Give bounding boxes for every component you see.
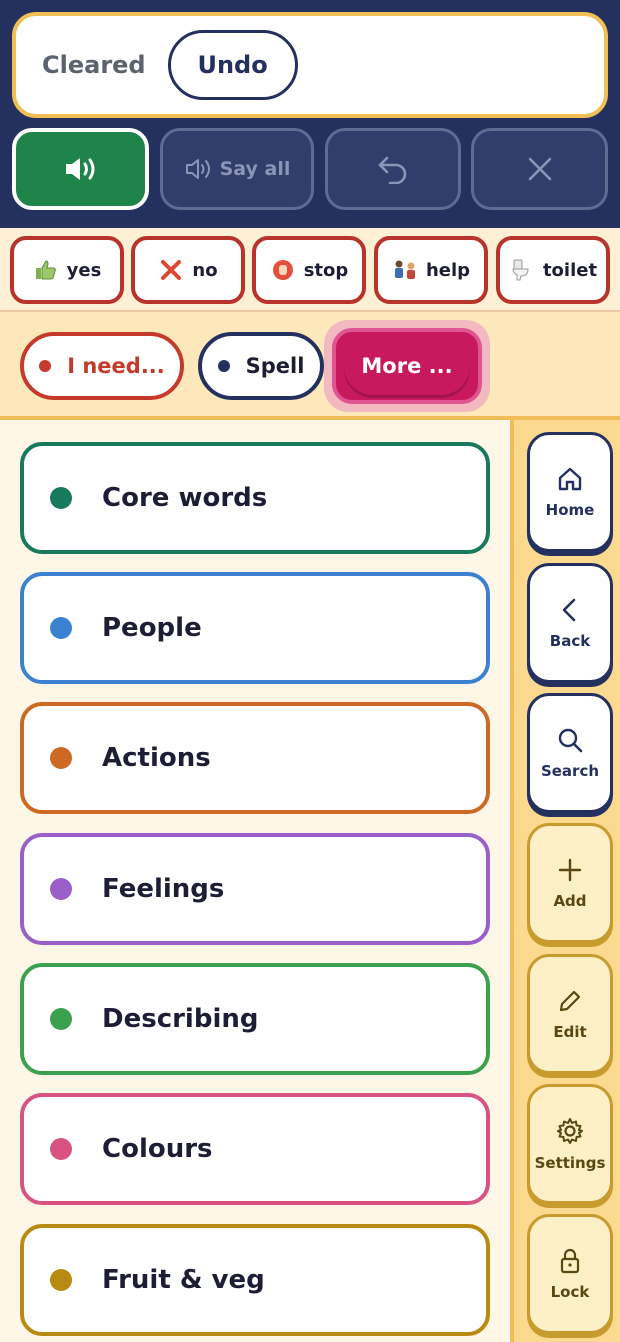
lock-label: Lock bbox=[550, 1283, 590, 1301]
category-fruit-veg[interactable]: Fruit & veg bbox=[20, 1224, 490, 1336]
quick-phrase-no[interactable]: no bbox=[131, 236, 245, 304]
more-label: More ... bbox=[344, 337, 470, 395]
category-people[interactable]: People bbox=[20, 572, 490, 684]
quick-phrase-yes[interactable]: yes bbox=[10, 236, 124, 304]
back-label: Back bbox=[549, 632, 591, 650]
category-dot bbox=[50, 1008, 72, 1030]
home-label: Home bbox=[545, 501, 595, 519]
edit-button[interactable]: Edit bbox=[527, 954, 613, 1074]
search-icon bbox=[558, 728, 583, 753]
home-button[interactable]: Home bbox=[527, 432, 613, 552]
quick-phrase-label: no bbox=[192, 259, 218, 281]
settings-label: Settings bbox=[534, 1154, 606, 1172]
cross-icon bbox=[158, 257, 184, 283]
category-label: Core words bbox=[102, 483, 268, 513]
home-icon bbox=[558, 467, 582, 491]
lock-button[interactable]: Lock bbox=[527, 1214, 613, 1334]
quick-phrase-help[interactable]: help bbox=[374, 236, 488, 304]
stop-hand-icon bbox=[270, 257, 296, 283]
category-feelings[interactable]: Feelings bbox=[20, 833, 490, 945]
category-label: Fruit & veg bbox=[102, 1265, 265, 1295]
i-need-button[interactable]: I need... bbox=[20, 332, 184, 400]
category-describing[interactable]: Describing bbox=[20, 963, 490, 1075]
undo-button[interactable]: Undo bbox=[167, 30, 298, 100]
quick-phrase-row: yes no stop help toilet bbox=[0, 228, 620, 312]
close-icon bbox=[528, 157, 551, 181]
header: Cleared Undo Say all bbox=[0, 0, 620, 228]
lock-icon bbox=[560, 1248, 580, 1274]
status-text: Cleared bbox=[42, 51, 146, 79]
more-button-highlight: More ... bbox=[324, 320, 490, 412]
thumbs-up-icon bbox=[33, 257, 59, 283]
quick-phrase-label: stop bbox=[303, 259, 349, 281]
i-need-label: I need... bbox=[67, 354, 165, 378]
category-label: People bbox=[102, 613, 202, 643]
category-dot bbox=[50, 1269, 72, 1291]
quick-phrase-label: help bbox=[425, 259, 471, 281]
speaker-outline-icon bbox=[185, 159, 210, 179]
spell-label: Spell bbox=[245, 354, 305, 378]
chevron-left-icon bbox=[562, 598, 576, 622]
say-all-label: Say all bbox=[219, 158, 291, 180]
clear-button[interactable] bbox=[471, 128, 608, 210]
message-bar: Cleared Undo bbox=[12, 12, 608, 118]
speaker-icon bbox=[65, 158, 94, 180]
category-dot bbox=[50, 747, 72, 769]
spell-dot bbox=[217, 360, 230, 372]
category-dot bbox=[50, 1138, 72, 1160]
category-dot bbox=[50, 487, 72, 509]
search-label: Search bbox=[540, 762, 600, 780]
settings-button[interactable]: Settings bbox=[527, 1084, 613, 1204]
speak-button[interactable] bbox=[12, 128, 149, 210]
pencil-icon bbox=[559, 990, 581, 1012]
category-label: Describing bbox=[102, 1004, 259, 1034]
edit-label: Edit bbox=[553, 1023, 587, 1041]
i-need-dot bbox=[39, 360, 52, 372]
category-label: Feelings bbox=[102, 874, 225, 904]
quick-phrase-toilet[interactable]: toilet bbox=[496, 236, 610, 304]
category-core-words[interactable]: Core words bbox=[20, 442, 490, 554]
add-label: Add bbox=[553, 892, 587, 910]
search-button[interactable]: Search bbox=[527, 693, 613, 813]
category-label: Actions bbox=[102, 743, 211, 773]
category-label: Colours bbox=[102, 1134, 213, 1164]
quick-phrase-label: toilet bbox=[542, 259, 598, 281]
category-dot bbox=[50, 617, 72, 639]
side-nav: Home Back Search Add Edit Settings Lock bbox=[510, 420, 620, 1342]
quick-phrase-label: yes bbox=[66, 259, 102, 281]
plus-icon bbox=[558, 858, 582, 882]
undo-arrow-icon bbox=[378, 156, 407, 184]
category-list: Core words People Actions Feelings Descr… bbox=[0, 420, 510, 1342]
category-colours[interactable]: Colours bbox=[20, 1093, 490, 1205]
category-bar: I need... Spell More ... bbox=[0, 312, 620, 420]
category-dot bbox=[50, 878, 72, 900]
add-button[interactable]: Add bbox=[527, 823, 613, 943]
gear-icon bbox=[557, 1118, 583, 1144]
say-all-button[interactable]: Say all bbox=[160, 128, 314, 210]
quick-phrase-stop[interactable]: stop bbox=[252, 236, 366, 304]
category-actions[interactable]: Actions bbox=[20, 702, 490, 814]
more-button[interactable]: More ... bbox=[332, 328, 482, 404]
undo-word-button[interactable] bbox=[325, 128, 461, 210]
help-person-icon bbox=[392, 257, 418, 283]
back-button[interactable]: Back bbox=[527, 563, 613, 683]
toilet-icon bbox=[509, 257, 535, 283]
spell-button[interactable]: Spell bbox=[198, 332, 324, 400]
